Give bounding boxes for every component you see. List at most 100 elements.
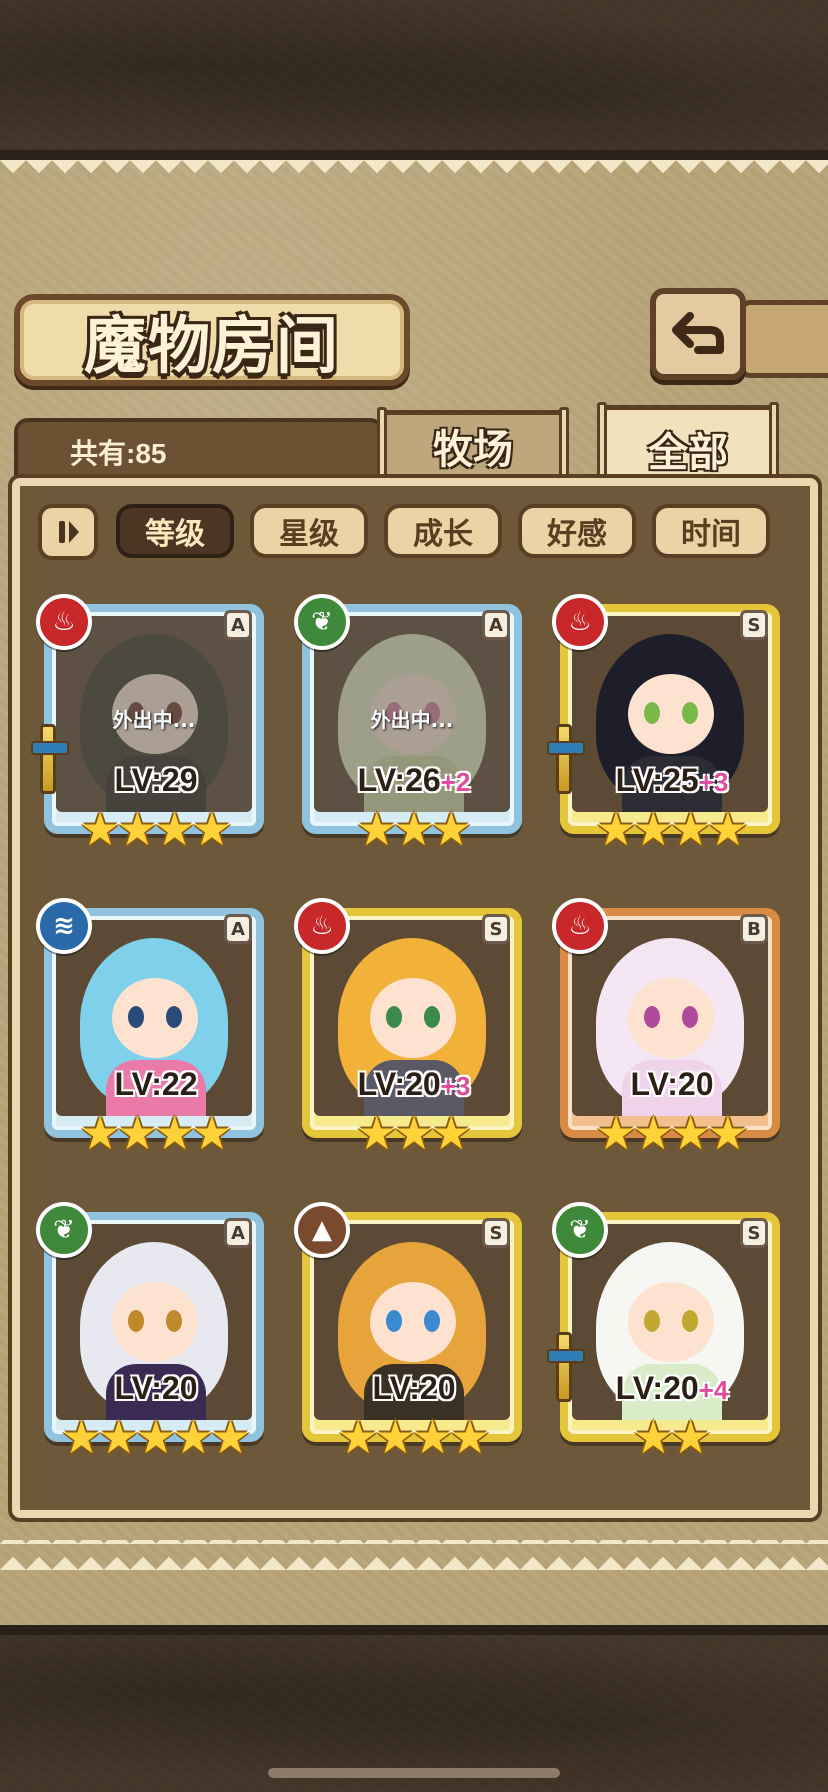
star-rating: ★★★★★ [60, 1410, 251, 1464]
level-label: LV:20+3 [318, 1066, 510, 1103]
sort-time-button[interactable]: 时间 [652, 504, 770, 558]
tab-pole [769, 402, 779, 478]
portrait-eye [644, 702, 660, 724]
leaf-element-icon: ❦ [36, 1202, 92, 1258]
map-background-top [0, 0, 828, 160]
level-label: LV:25+3 [576, 762, 768, 799]
return-arrow-icon [672, 312, 724, 354]
level-value: LV:20 [357, 1066, 441, 1102]
sort-time-label: 时间 [681, 517, 741, 552]
star-rating: ★★★ [356, 802, 472, 856]
rank-badge: A [224, 1218, 252, 1248]
back-button-plate [740, 300, 828, 378]
sword-icon [547, 724, 585, 794]
home-indicator[interactable] [268, 1768, 560, 1778]
leaf-element-icon: ❦ [552, 1202, 608, 1258]
monster-card[interactable]: ♨ S LV:25+3 ★★★★ [547, 594, 788, 856]
star-rating: ★★★★ [79, 1106, 233, 1160]
rank-badge: S [740, 610, 768, 640]
sort-level-label: 等级 [145, 517, 205, 552]
map-background-bottom [0, 1625, 828, 1792]
sort-growth-button[interactable]: 成长 [384, 504, 502, 558]
sort-affection-label: 好感 [547, 517, 607, 552]
level-bonus: +4 [698, 1375, 729, 1405]
away-status: 外出中... [112, 708, 196, 732]
sort-star-button[interactable]: 星级 [250, 504, 368, 558]
monster-card[interactable]: ❦ S LV:20+4 ★★ [547, 1202, 788, 1464]
star-rating: ★★★★ [595, 1106, 749, 1160]
portrait-face [112, 978, 198, 1058]
level-value: LV:22 [114, 1066, 198, 1102]
rank-badge: A [224, 914, 252, 944]
earth-element-icon: ▲ [294, 1202, 350, 1258]
zigzag-border-bottom [0, 1540, 828, 1570]
rank-badge: S [740, 1218, 768, 1248]
level-bonus: +2 [440, 767, 471, 797]
tab-all-label: 全部 [648, 428, 728, 476]
back-button[interactable] [650, 288, 746, 380]
level-label: LV:29 [60, 762, 252, 799]
star-rating: ★★★ [356, 1106, 472, 1160]
portrait-face [112, 1282, 198, 1362]
portrait-eye [386, 1006, 402, 1028]
pause-icon [59, 521, 79, 543]
page-title: 魔物房间 [83, 309, 340, 382]
portrait-face [370, 1282, 456, 1362]
portrait-eye [424, 1310, 440, 1332]
fire-element-icon: ♨ [552, 594, 608, 650]
level-bonus: +3 [698, 767, 729, 797]
portrait-eye [386, 1310, 402, 1332]
level-bonus: +3 [440, 1071, 471, 1101]
star-rating: ★★ [632, 1410, 711, 1464]
portrait-face [628, 1282, 714, 1362]
level-value: LV:20 [630, 1066, 714, 1102]
monster-card[interactable]: 外出中... ♨ A LV:29 ★★★★ [31, 594, 272, 854]
monster-card[interactable]: ♨ B LV:20 ★★★★ [552, 898, 788, 1158]
fire-element-icon: ♨ [36, 594, 92, 650]
portrait-eye [424, 1006, 440, 1028]
sort-star-label: 星级 [279, 517, 339, 552]
level-label: LV:26+2 [318, 762, 510, 799]
portrait-eye [644, 1006, 660, 1028]
water-element-icon: ≋ [36, 898, 92, 954]
tab-ranch[interactable]: 牧场 [377, 407, 569, 483]
portrait-eye [682, 1310, 698, 1332]
tab-pole [377, 407, 387, 483]
title-banner: 魔物房间 [14, 294, 410, 386]
portrait-eye [682, 702, 698, 724]
sort-affection-button[interactable]: 好感 [518, 504, 636, 558]
sort-order-toggle[interactable] [38, 504, 98, 560]
monster-card[interactable]: ♨ S LV:20+3 ★★★ [294, 898, 530, 1158]
rank-badge: A [224, 610, 252, 640]
leaf-element-icon: ❦ [294, 594, 350, 650]
star-rating: ★★★★ [337, 1410, 491, 1464]
tab-all[interactable]: 全部 [597, 402, 779, 487]
monster-card[interactable]: 外出中... ❦ A LV:26+2 ★★★ [294, 594, 530, 854]
portrait-eye [166, 1006, 182, 1028]
level-value: LV:25 [615, 762, 699, 798]
monster-card[interactable]: ≋ A LV:22 ★★★★ [36, 898, 272, 1158]
monster-card[interactable]: ▲ S LV:20 ★★★★ [294, 1202, 530, 1462]
portrait-eye [166, 1310, 182, 1332]
sword-icon [547, 1332, 585, 1402]
monster-card[interactable]: ❦ A LV:20 ★★★★★ [36, 1202, 272, 1462]
rank-badge: A [482, 610, 510, 640]
portrait-face [628, 978, 714, 1058]
level-value: LV:20 [615, 1370, 699, 1406]
tab-pole [559, 407, 569, 483]
sort-growth-label: 成长 [413, 517, 473, 552]
level-value: LV:29 [114, 762, 198, 798]
portrait-eye [644, 1310, 660, 1332]
rank-badge: S [482, 1218, 510, 1248]
away-status: 外出中... [370, 708, 454, 732]
level-value: LV:26 [357, 762, 441, 798]
fire-element-icon: ♨ [294, 898, 350, 954]
sword-icon [31, 724, 69, 794]
level-label: LV:20 [60, 1370, 252, 1407]
sort-level-button[interactable]: 等级 [116, 504, 234, 558]
fire-element-icon: ♨ [552, 898, 608, 954]
star-rating: ★★★★ [595, 802, 749, 856]
monster-count: 共有:85 [70, 438, 167, 469]
portrait-face [370, 978, 456, 1058]
zigzag-border-top [0, 160, 828, 186]
